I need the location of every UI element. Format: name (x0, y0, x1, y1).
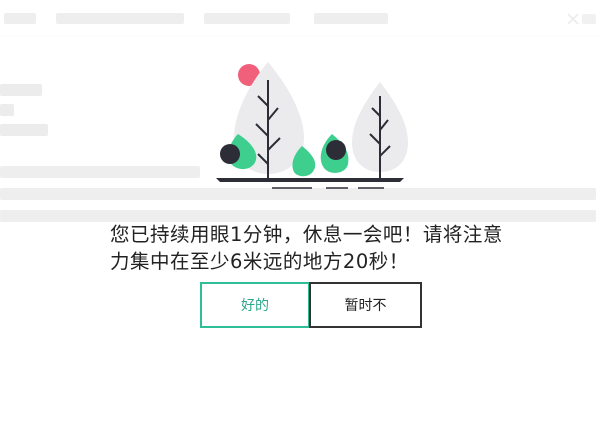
ground-line (216, 178, 404, 182)
rest-illustration (216, 62, 408, 189)
ok-button[interactable]: 好的 (200, 282, 310, 328)
not-now-button[interactable]: 暂时不 (309, 282, 422, 328)
rest-reminder-message: 您已持续用眼1分钟，休息一会吧！请将注意力集中在至少6米远的地方20秒！ (110, 223, 503, 273)
